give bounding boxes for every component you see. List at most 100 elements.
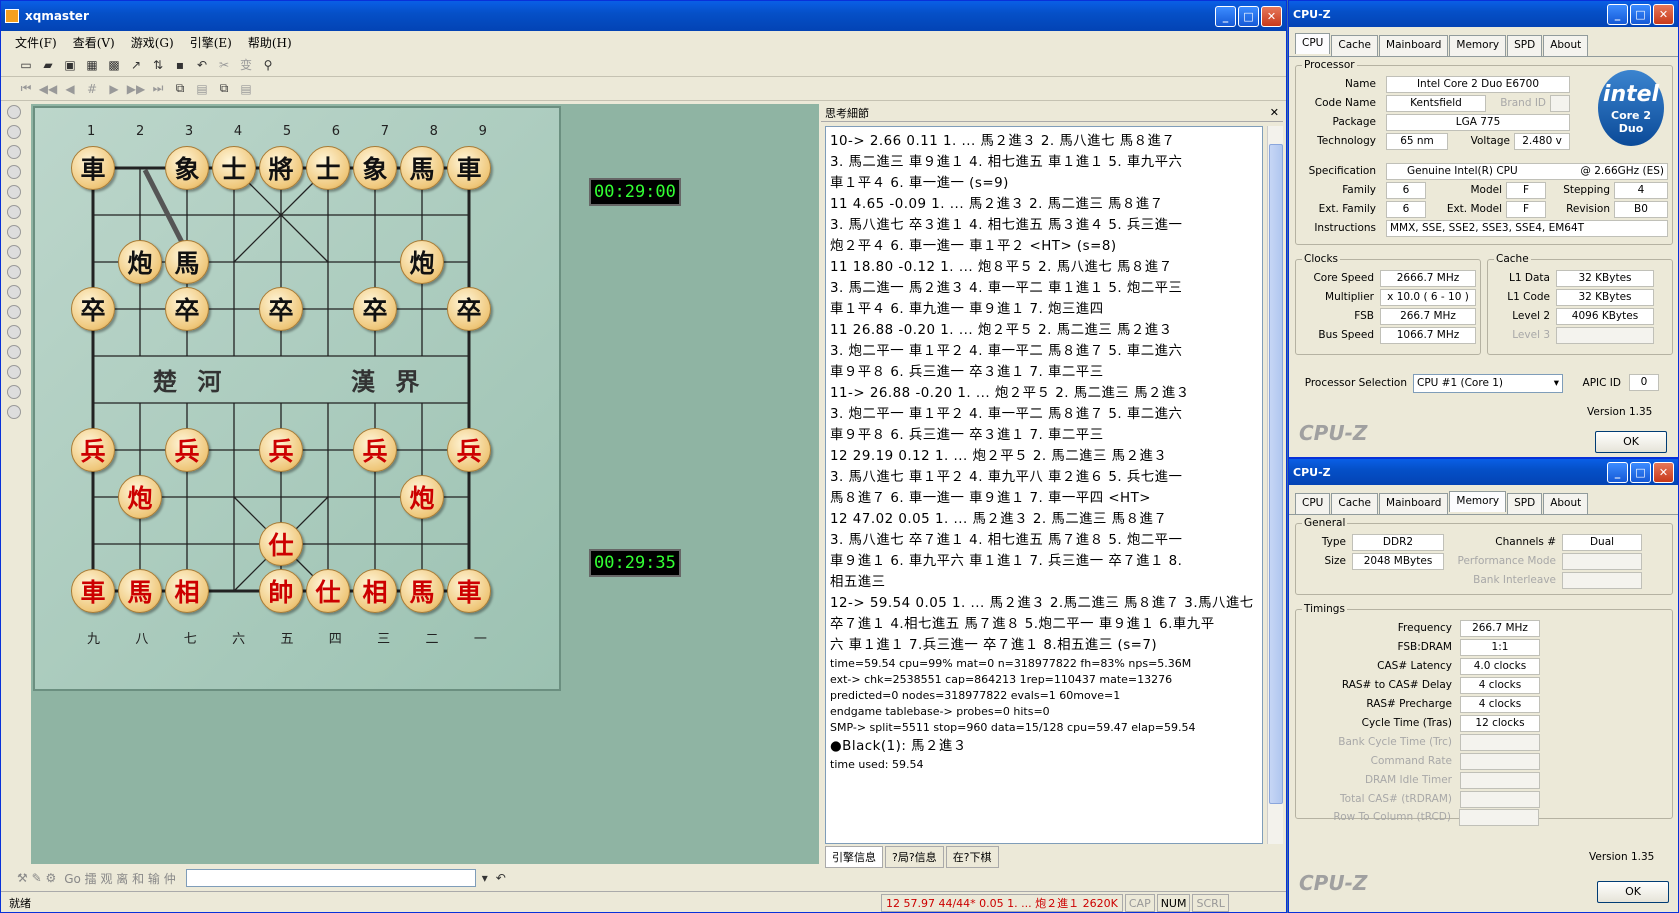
maximize-button[interactable]: □ bbox=[1630, 3, 1651, 25]
tool-icon[interactable] bbox=[7, 265, 21, 279]
piece-red-cannon[interactable]: 炮 bbox=[118, 475, 162, 519]
minimize-button[interactable]: _ bbox=[1607, 461, 1628, 483]
piece-red-soldier[interactable]: 兵 bbox=[165, 428, 209, 472]
tool-icon[interactable] bbox=[7, 225, 21, 239]
cut-icon[interactable]: ✂ bbox=[215, 56, 233, 74]
tool-icon[interactable] bbox=[7, 205, 21, 219]
think-panel-close-icon[interactable]: ✕ bbox=[1270, 106, 1279, 119]
find-icon[interactable]: ⚲ bbox=[259, 56, 277, 74]
cpuz1-ok-button[interactable]: OK bbox=[1595, 431, 1667, 453]
tab-cache[interactable]: Cache bbox=[1331, 493, 1379, 514]
close-button[interactable]: ✕ bbox=[1653, 3, 1674, 25]
maximize-button[interactable]: □ bbox=[1630, 461, 1651, 483]
piece-red-elephant[interactable]: 相 bbox=[353, 569, 397, 613]
menu-help[interactable]: 帮助(H) bbox=[248, 34, 292, 51]
last-move-icon[interactable]: ⏭ bbox=[149, 80, 167, 98]
cpuz2-titlebar[interactable]: CPU-Z _ □ ✕ bbox=[1289, 459, 1678, 485]
tool-icon[interactable] bbox=[7, 165, 21, 179]
menu-file[interactable]: 文件(F) bbox=[15, 34, 57, 51]
engine-icon[interactable]: ▪ bbox=[171, 56, 189, 74]
grid-icon[interactable]: # bbox=[83, 80, 101, 98]
minimize-button[interactable]: _ bbox=[1215, 5, 1236, 27]
piece-black-elephant[interactable]: 象 bbox=[353, 146, 397, 190]
processor-selection-select[interactable]: CPU #1 (Core 1) ▾ bbox=[1413, 374, 1563, 393]
new-icon[interactable]: ▭ bbox=[17, 56, 35, 74]
close-button[interactable]: ✕ bbox=[1653, 461, 1674, 483]
tool-icon[interactable] bbox=[7, 185, 21, 199]
prev-move-icon[interactable]: ◀ bbox=[61, 80, 79, 98]
piece-red-elephant[interactable]: 相 bbox=[165, 569, 209, 613]
tool-icon[interactable] bbox=[7, 105, 21, 119]
piece-red-cannon[interactable]: 炮 bbox=[400, 475, 444, 519]
menu-view[interactable]: 查看(V) bbox=[73, 34, 115, 51]
piece-black-chariot[interactable]: 車 bbox=[447, 146, 491, 190]
cpuz2-ok-button[interactable]: OK bbox=[1597, 881, 1669, 903]
menu-game[interactable]: 游戏(G) bbox=[131, 34, 174, 51]
board-icon[interactable]: ▦ bbox=[83, 56, 101, 74]
piece-red-chariot[interactable]: 車 bbox=[71, 569, 115, 613]
tool-icon[interactable] bbox=[7, 405, 21, 419]
open-icon[interactable]: ▰ bbox=[39, 56, 57, 74]
think-text-area[interactable]: 10-> 2.66 0.11 1. ... 馬２進３ 2. 馬八進七 馬８進７ … bbox=[825, 126, 1263, 844]
tool-icon[interactable] bbox=[7, 325, 21, 339]
piece-black-cannon[interactable]: 炮 bbox=[400, 240, 444, 284]
piece-black-elephant[interactable]: 象 bbox=[165, 146, 209, 190]
piece-black-general[interactable]: 將 bbox=[259, 146, 303, 190]
prev-many-icon[interactable]: ◀◀ bbox=[39, 80, 57, 98]
piece-red-soldier[interactable]: 兵 bbox=[447, 428, 491, 472]
piece-black-soldier[interactable]: 卒 bbox=[71, 287, 115, 331]
xiangqi-board[interactable]: 1 2 3 4 5 6 7 8 9 九 八 七 六 五 四 三 二 一 楚 河 … bbox=[33, 106, 561, 691]
next-many-icon[interactable]: ▶▶ bbox=[127, 80, 145, 98]
minimize-button[interactable]: _ bbox=[1607, 3, 1628, 25]
tool-icon[interactable] bbox=[7, 305, 21, 319]
tab-engine-info[interactable]: 引擎信息 bbox=[825, 846, 883, 868]
tab-cpu[interactable]: CPU bbox=[1295, 493, 1331, 514]
tab-online-play[interactable]: 在?下棋 bbox=[945, 846, 999, 868]
tool-icon[interactable] bbox=[7, 365, 21, 379]
piece-black-advisor[interactable]: 士 bbox=[306, 146, 350, 190]
command-tools-icon[interactable]: ⚒ ✎ ⚙ bbox=[17, 871, 56, 885]
piece-black-horse[interactable]: 馬 bbox=[400, 146, 444, 190]
piece-black-soldier[interactable]: 卒 bbox=[259, 287, 303, 331]
close-button[interactable]: ✕ bbox=[1261, 5, 1282, 27]
copy2-icon[interactable]: ⧉ bbox=[215, 80, 233, 98]
piece-red-horse[interactable]: 馬 bbox=[400, 569, 444, 613]
scroll-thumb[interactable] bbox=[1269, 144, 1283, 804]
undo-icon[interactable]: ↶ bbox=[193, 56, 211, 74]
change-icon[interactable]: 变 bbox=[237, 56, 255, 74]
first-move-icon[interactable]: ⏮ bbox=[17, 80, 35, 98]
command-undo-icon[interactable]: ↶ bbox=[496, 871, 506, 885]
piece-black-cannon[interactable]: 炮 bbox=[118, 240, 162, 284]
piece-black-horse[interactable]: 馬 bbox=[165, 240, 209, 284]
tab-about[interactable]: About bbox=[1543, 35, 1589, 56]
paste2-icon[interactable]: ▤ bbox=[237, 80, 255, 98]
piece-red-chariot[interactable]: 車 bbox=[447, 569, 491, 613]
tab-mainboard[interactable]: Mainboard bbox=[1379, 493, 1449, 514]
piece-red-general[interactable]: 帥 bbox=[259, 569, 303, 613]
board2-icon[interactable]: ▩ bbox=[105, 56, 123, 74]
tool-icon[interactable] bbox=[7, 245, 21, 259]
command-dropdown-icon[interactable]: ▾ bbox=[482, 871, 488, 885]
next-move-icon[interactable]: ▶ bbox=[105, 80, 123, 98]
piece-black-soldier[interactable]: 卒 bbox=[353, 287, 397, 331]
copy-icon[interactable]: ⧉ bbox=[171, 80, 189, 98]
tab-about[interactable]: About bbox=[1543, 493, 1589, 514]
piece-red-soldier[interactable]: 兵 bbox=[259, 428, 303, 472]
dropdown-arrow-icon[interactable]: ▾ bbox=[1554, 375, 1559, 392]
tool-icon[interactable] bbox=[7, 125, 21, 139]
piece-black-soldier[interactable]: 卒 bbox=[165, 287, 209, 331]
command-input[interactable] bbox=[185, 869, 476, 887]
move-icon[interactable]: ↗ bbox=[127, 56, 145, 74]
tool-icon[interactable] bbox=[7, 385, 21, 399]
flip-icon[interactable]: ⇅ bbox=[149, 56, 167, 74]
piece-red-horse[interactable]: 馬 bbox=[118, 569, 162, 613]
tab-cpu[interactable]: CPU bbox=[1295, 33, 1331, 54]
tab-mainboard[interactable]: Mainboard bbox=[1379, 35, 1449, 56]
tab-memory[interactable]: Memory bbox=[1449, 491, 1507, 512]
tab-game-info[interactable]: ?局?信息 bbox=[885, 846, 944, 868]
tool-icon[interactable] bbox=[7, 285, 21, 299]
piece-red-soldier[interactable]: 兵 bbox=[353, 428, 397, 472]
piece-red-advisor[interactable]: 仕 bbox=[259, 522, 303, 566]
tab-spd[interactable]: SPD bbox=[1507, 35, 1543, 56]
tab-spd[interactable]: SPD bbox=[1507, 493, 1543, 514]
